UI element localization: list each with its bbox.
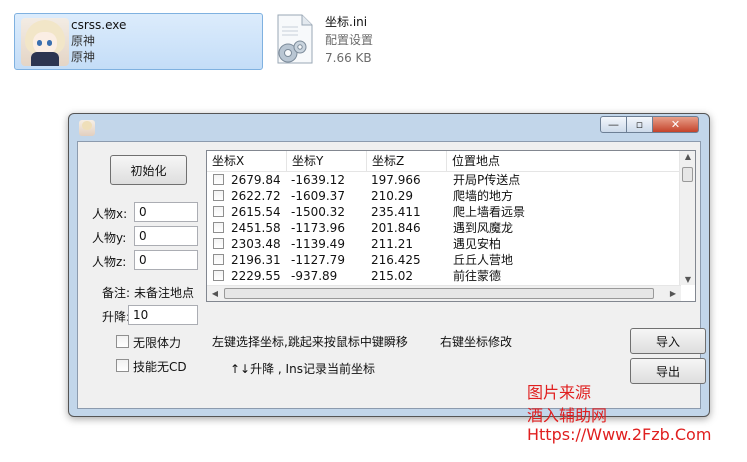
row-checkbox[interactable] xyxy=(213,222,224,233)
cell-x: 2303.48 xyxy=(231,237,281,251)
watermark-site-name: 酒入辅助网 xyxy=(527,406,608,425)
import-button[interactable]: 导入 xyxy=(630,328,706,354)
no-skill-cd-checkbox[interactable] xyxy=(116,359,129,372)
scroll-thumb[interactable] xyxy=(682,167,693,182)
cell-y: -1639.12 xyxy=(291,173,345,187)
row-checkbox[interactable] xyxy=(213,270,224,281)
cell-y: -1139.49 xyxy=(291,237,345,251)
left-click-hint: 左键选择坐标,跳起来按鼠标中键瞬移 xyxy=(212,335,408,349)
list-header: 坐标X 坐标Y 坐标Z 位置地点 xyxy=(207,151,681,172)
cell-y: -1173.96 xyxy=(291,221,345,235)
row-checkbox[interactable] xyxy=(213,206,224,217)
file-description: 原神 xyxy=(71,34,96,48)
column-header-x[interactable]: 坐标X xyxy=(207,151,287,171)
lift-input[interactable]: 10 xyxy=(128,305,198,325)
cell-y: -1609.37 xyxy=(291,189,345,203)
cell-place: 前往蒙德 xyxy=(453,269,502,283)
config-settings-icon[interactable] xyxy=(272,13,316,65)
file-name: csrss.exe xyxy=(71,18,127,32)
minimize-button[interactable]: — xyxy=(600,116,627,133)
init-button[interactable]: 初始化 xyxy=(110,155,187,185)
column-header-place[interactable]: 位置地点 xyxy=(447,151,681,171)
file-size: 7.66 KB xyxy=(325,51,372,65)
no-skill-cd-label[interactable]: 技能无CD xyxy=(133,358,187,375)
cell-x: 2229.55 xyxy=(231,269,281,283)
cell-place: 爬上墙看远景 xyxy=(453,205,526,219)
scroll-down-icon[interactable]: ▼ xyxy=(680,275,695,284)
cell-x: 2679.84 xyxy=(231,173,281,187)
keys-hint: ↑↓升降 , Ins记录当前坐标 xyxy=(230,362,375,376)
list-rows: 2679.84 -1639.12 197.966 开局P传送点 2622.72 -1609… xyxy=(207,172,681,300)
export-button[interactable]: 导出 xyxy=(630,358,706,384)
right-click-hint: 右键坐标修改 xyxy=(440,335,513,349)
close-button[interactable]: ✕ xyxy=(652,116,699,133)
table-row[interactable]: 2679.84 -1639.12 197.966 开局P传送点 xyxy=(207,172,681,188)
cell-z: 216.425 xyxy=(371,253,421,267)
watermark-url: Https://Www.2Fzb.Com xyxy=(527,425,712,444)
cell-z: 235.411 xyxy=(371,205,421,219)
table-row[interactable]: 2229.55 -937.89 215.02 前往蒙德 xyxy=(207,268,681,284)
row-checkbox[interactable] xyxy=(213,174,224,185)
scroll-right-icon[interactable]: ▶ xyxy=(665,289,681,298)
column-header-y[interactable]: 坐标Y xyxy=(287,151,367,171)
player-x-input[interactable]: 0 xyxy=(134,202,198,222)
coordinates-list[interactable]: 坐标X 坐标Y 坐标Z 位置地点 2679.84 -1639.12 197.966 开… xyxy=(206,150,696,302)
cell-place: 丘丘人营地 xyxy=(453,253,514,267)
cell-z: 215.02 xyxy=(371,269,413,283)
cell-place: 遇见安柏 xyxy=(453,237,502,251)
cell-z: 197.966 xyxy=(371,173,421,187)
player-z-input[interactable]: 0 xyxy=(134,250,198,270)
file-company: 原神 xyxy=(71,50,96,64)
watermark-title: 图片来源 xyxy=(527,383,592,402)
table-row[interactable]: 2303.48 -1139.49 211.21 遇见安柏 xyxy=(207,236,681,252)
table-row[interactable]: 2622.72 -1609.37 210.29 爬墙的地方 xyxy=(207,188,681,204)
genshin-app-icon xyxy=(21,18,69,66)
table-row[interactable]: 2615.54 -1500.32 235.411 爬上墙看远景 xyxy=(207,204,681,220)
cell-z: 211.21 xyxy=(371,237,413,251)
maximize-button[interactable]: ▫ xyxy=(626,116,653,133)
cell-place: 爬墙的地方 xyxy=(453,189,514,203)
column-header-z[interactable]: 坐标Z xyxy=(367,151,447,171)
note-value: 未备注地点 xyxy=(134,286,195,300)
row-checkbox[interactable] xyxy=(213,190,224,201)
player-z-label: 人物z: xyxy=(92,255,127,269)
table-row[interactable]: 2196.31 -1127.79 216.425 丘丘人营地 xyxy=(207,252,681,268)
file-type: 配置设置 xyxy=(325,33,374,47)
cell-z: 201.846 xyxy=(371,221,421,235)
cell-z: 210.29 xyxy=(371,189,413,203)
app-icon xyxy=(79,120,95,136)
cell-x: 2622.72 xyxy=(231,189,281,203)
cell-x: 2615.54 xyxy=(231,205,281,219)
scroll-thumb[interactable] xyxy=(224,288,654,299)
scroll-up-icon[interactable]: ▲ xyxy=(680,152,695,161)
row-checkbox[interactable] xyxy=(213,238,224,249)
table-row[interactable]: 2451.58 -1173.96 201.846 遇到风魔龙 xyxy=(207,220,681,236)
cell-x: 2451.58 xyxy=(231,221,281,235)
title-bar[interactable]: — ▫ ✕ xyxy=(69,114,709,140)
vertical-scrollbar[interactable]: ▲ ▼ xyxy=(679,151,695,285)
row-checkbox[interactable] xyxy=(213,254,224,265)
file-name[interactable]: 坐标.ini xyxy=(325,13,373,31)
player-y-input[interactable]: 0 xyxy=(134,226,198,246)
dialog-client-area: 初始化 人物x: 0 人物y: 0 人物z: 0 备注: 未备注地点 升降: 1… xyxy=(77,141,706,409)
infinite-stamina-checkbox[interactable] xyxy=(116,335,129,348)
coordinate-tool-window: — ▫ ✕ 初始化 人物x: 0 人物y: 0 人物z: 0 备注: 未备注地点… xyxy=(68,113,710,417)
cell-x: 2196.31 xyxy=(231,253,281,267)
file-item-csrss[interactable]: csrss.exe 原神 原神 xyxy=(14,13,263,70)
cell-y: -1127.79 xyxy=(291,253,345,267)
note-label: 备注: xyxy=(102,286,131,300)
horizontal-scrollbar[interactable]: ◀ ▶ xyxy=(207,285,681,301)
scroll-left-icon[interactable]: ◀ xyxy=(207,289,223,298)
infinite-stamina-label[interactable]: 无限体力 xyxy=(133,334,181,351)
cell-place: 遇到风魔龙 xyxy=(453,221,514,235)
player-x-label: 人物x: xyxy=(92,207,128,221)
player-y-label: 人物y: xyxy=(92,231,127,245)
lift-label: 升降: xyxy=(102,310,131,324)
cell-y: -1500.32 xyxy=(291,205,345,219)
cell-y: -937.89 xyxy=(291,269,338,283)
cell-place: 开局P传送点 xyxy=(453,173,521,187)
